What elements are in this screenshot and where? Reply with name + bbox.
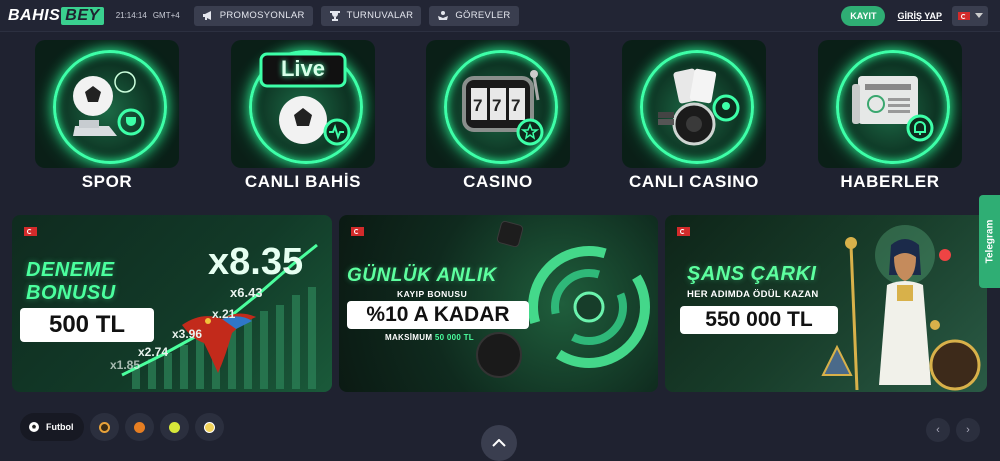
quests-button[interactable]: GÖREVLER: [429, 5, 519, 26]
banner-title: ŞANS ÇARKI: [687, 263, 817, 285]
chevron-right-icon: ›: [966, 424, 970, 436]
banner-title: GÜNLÜK ANLIK: [347, 265, 497, 286]
multiplier: x3.96: [172, 327, 203, 341]
live-badge: Live: [280, 56, 326, 81]
trophy-icon: [329, 11, 340, 21]
clock: 21:14:14: [115, 11, 147, 20]
soccer-ball-icon: [29, 422, 39, 432]
category-live-casino[interactable]: CANLI CASINO: [622, 40, 766, 200]
multiplier: x6.43: [230, 285, 263, 300]
multiplier: x2.74: [138, 345, 169, 359]
banner-amount: %10 A KADAR: [347, 301, 529, 329]
quest-icon: [438, 11, 449, 20]
multiplier: x.21: [212, 307, 236, 321]
multiplier-main: x8.35: [208, 241, 304, 283]
esports-icon: [98, 421, 110, 433]
language-selector[interactable]: [952, 5, 988, 26]
sport-filter-esports[interactable]: [89, 413, 119, 441]
site-logo[interactable]: BAHIS BEY: [8, 6, 104, 26]
next-arrow-button[interactable]: ›: [956, 418, 980, 442]
chevron-down-icon: [974, 13, 983, 18]
turkey-flag-icon: [957, 11, 970, 20]
svg-text:7: 7: [473, 96, 482, 115]
timezone: GMT+4: [152, 11, 180, 20]
egyptian-queen-graphic: [821, 225, 981, 391]
category-label: CANLI CASINO: [629, 172, 759, 191]
sport-filter-volleyball[interactable]: [194, 413, 224, 441]
banner-max-label: MAKSİMUM: [385, 333, 433, 342]
sport-filter-tennis[interactable]: [159, 413, 189, 441]
sport-filter-football[interactable]: Futbol: [20, 413, 84, 441]
tennis-icon: [168, 421, 180, 433]
banner-amount: 500 TL: [20, 308, 154, 342]
svg-text:7: 7: [511, 96, 520, 115]
register-button[interactable]: KAYIT: [841, 5, 886, 26]
soccer-ball-icon: [73, 71, 145, 136]
megaphone-icon: [202, 11, 211, 20]
sport-filter-basketball[interactable]: [124, 413, 154, 441]
tournaments-button[interactable]: TURNUVALAR: [320, 5, 422, 26]
roulette-cards-icon: [658, 68, 740, 146]
banner-amount: 550 000 TL: [680, 306, 838, 334]
multiplier: x1.85: [110, 358, 141, 372]
category-label: CANLI BAHİS: [244, 172, 362, 191]
chevron-up-icon: [492, 439, 506, 447]
chevron-left-icon: ‹: [936, 424, 940, 436]
banner-subtitle: KAYIP BONUSU: [397, 289, 468, 299]
category-label: CASINO: [463, 172, 533, 191]
previous-arrow-button[interactable]: ‹: [926, 418, 950, 442]
telegram-button[interactable]: Telegram: [979, 195, 1000, 288]
category-label: SPOR: [81, 172, 133, 191]
carousel-arrows: ‹ ›: [926, 418, 980, 442]
promotions-button[interactable]: PROMOSYONLAR: [193, 5, 313, 26]
banner-max-value: 50 000 TL: [434, 333, 474, 342]
category-tiles: SPOR Live CANLI BAHİS 7 7 7 CASINO CANLI…: [0, 40, 1000, 200]
category-live-betting[interactable]: Live CANLI BAHİS: [231, 40, 375, 200]
banner-subtitle: HER ADIMDA ÖDÜL KAZAN: [687, 289, 819, 300]
banner-title-line1: DENEME: [26, 259, 115, 281]
svg-text:7: 7: [492, 96, 501, 115]
category-sport[interactable]: SPOR: [35, 40, 179, 200]
sports-filter-bar: Futbol: [20, 413, 224, 441]
slot-machine-icon: 7 7 7: [462, 70, 544, 146]
promo-banner-daily-cashback[interactable]: GÜNLÜK ANLIK KAYIP BONUSU %10 A KADAR MA…: [339, 215, 658, 392]
login-link[interactable]: GİRİŞ YAP: [897, 11, 942, 21]
category-label: HABERLER: [840, 172, 940, 191]
banner-title-line2: BONUSU: [26, 282, 116, 304]
category-news[interactable]: HABERLER: [818, 40, 962, 200]
basketball-icon: [133, 421, 145, 433]
promo-banner-lucky-wheel[interactable]: ŞANS ÇARKI HER ADIMDA ÖDÜL KAZAN 550 000…: [665, 215, 987, 392]
top-navigation-bar: BAHIS BEY 21:14:14 GMT+4 PROMOSYONLAR TUR…: [0, 0, 1000, 32]
scroll-up-button[interactable]: [481, 425, 517, 461]
newspaper-icon: [852, 76, 934, 142]
promo-banner-trial-bonus[interactable]: DENEME BONUSU 500 TL x8.35 x6.43 x.21 x3…: [12, 215, 332, 392]
category-casino[interactable]: 7 7 7 CASINO: [426, 40, 570, 200]
volleyball-icon: [203, 421, 215, 433]
